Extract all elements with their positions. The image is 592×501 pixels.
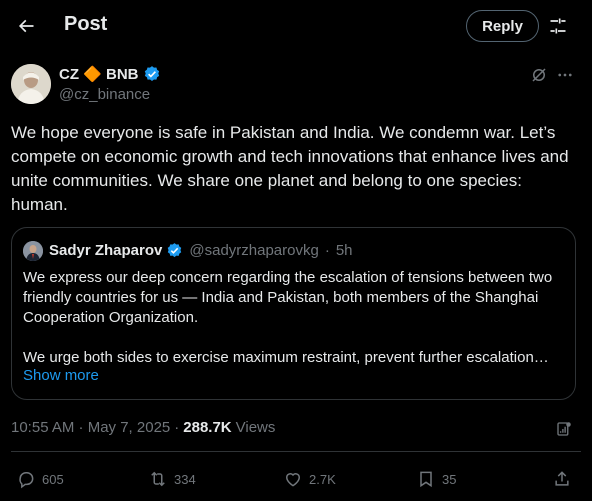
like-icon (283, 469, 303, 489)
repost-count: 334 (174, 471, 196, 487)
divider (11, 451, 581, 452)
quote-header: Sadyr Zhaparov @sadyrzhaparovkg · 5h (49, 242, 353, 259)
quote-author-name: Sadyr Zhaparov (49, 242, 163, 259)
quoted-post[interactable]: Sadyr Zhaparov @sadyrzhaparovkg · 5h We … (11, 227, 576, 400)
bookmark-icon (416, 469, 436, 489)
author-avatar[interactable] (11, 64, 51, 104)
more-icon[interactable] (554, 64, 576, 86)
quote-paragraph: We express our deep concern regarding th… (23, 269, 553, 326)
views-label: Views (235, 419, 276, 436)
post-meta: 10:55 AM · May 7, 2025 · 288.7K Views (11, 419, 275, 436)
quote-time: 5h (335, 242, 353, 259)
share-icon (552, 469, 572, 489)
top-bar: Post Reply (0, 0, 592, 52)
author-handle[interactable]: @cz_binance (59, 86, 150, 103)
settings-icon[interactable] (542, 10, 574, 42)
quote-author-avatar (23, 241, 43, 261)
post-timestamp[interactable]: 10:55 AM · May 7, 2025 (11, 419, 170, 436)
analytics-icon[interactable] (553, 418, 575, 440)
quote-text: We express our deep concern regarding th… (23, 268, 568, 368)
bookmark-count: 35 (442, 471, 457, 487)
like-count: 2.7K (309, 471, 336, 487)
share-action[interactable] (552, 469, 572, 489)
quote-paragraph: We urge both sides to exercise maximum r… (23, 349, 549, 366)
reply-button[interactable]: Reply (466, 10, 539, 42)
post-text: We hope everyone is safe in Pakistan and… (11, 123, 569, 214)
reply-icon (16, 469, 36, 489)
author-name-row: CZ 🔶 BNB (59, 65, 161, 83)
quote-separator: · (324, 242, 330, 259)
views-count: 288.7K (183, 419, 232, 436)
author-name[interactable]: CZ 🔶 BNB (59, 65, 139, 83)
repost-action[interactable]: 334 (148, 469, 196, 489)
bookmark-action[interactable]: 35 (416, 469, 456, 489)
reply-count: 605 (42, 471, 64, 487)
grok-icon[interactable] (528, 64, 550, 86)
verified-badge-icon (143, 65, 161, 83)
quote-author-handle: @sadyrzhaparovkg (189, 242, 319, 259)
meta-separator: · (174, 419, 180, 436)
reply-action[interactable]: 605 (16, 469, 64, 489)
repost-icon (148, 469, 168, 489)
like-action[interactable]: 2.7K (283, 469, 336, 489)
verified-badge-icon (166, 242, 183, 259)
back-arrow-icon[interactable] (8, 8, 44, 44)
page-title: Post (64, 13, 108, 35)
show-more-link[interactable]: Show more (23, 367, 99, 384)
